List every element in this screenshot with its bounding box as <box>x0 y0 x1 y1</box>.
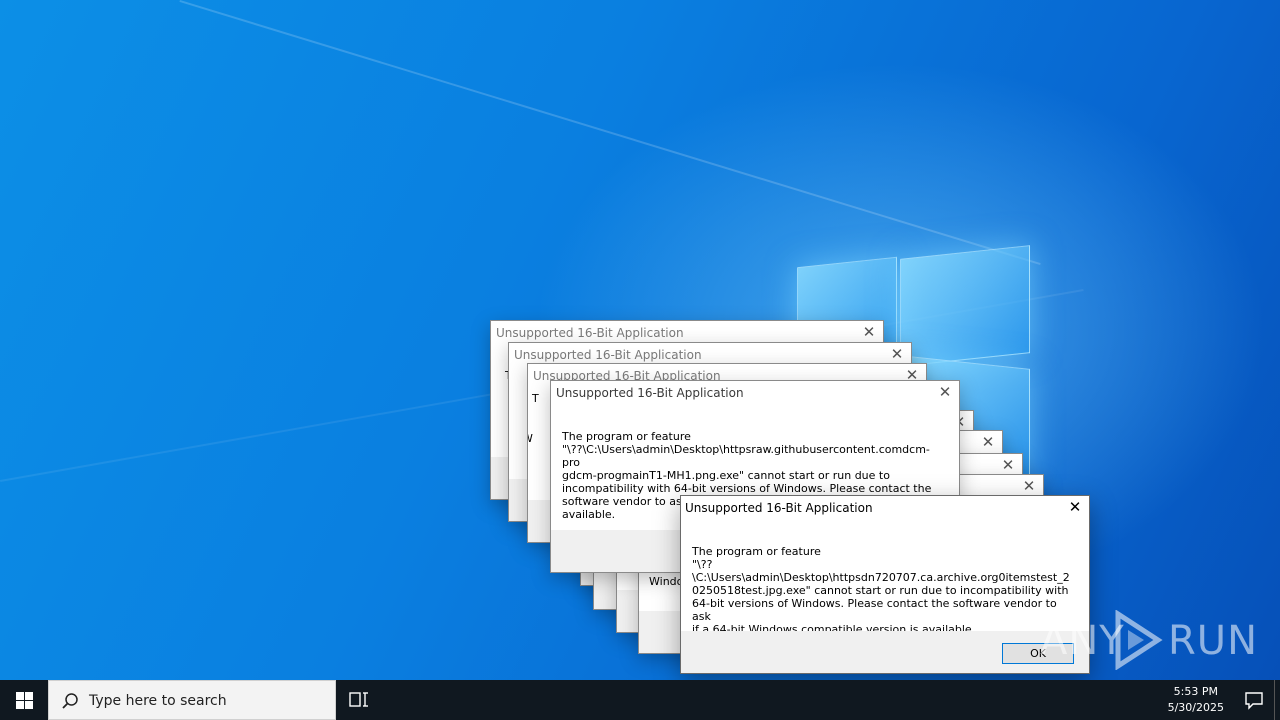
message-fragment: T <box>532 392 539 405</box>
message-line: incompatibility with 64-bit versions of … <box>562 482 932 495</box>
close-icon[interactable]: ✕ <box>980 434 996 450</box>
notification-icon[interactable] <box>1244 690 1264 710</box>
message-line: "\??\C:\Users\admin\Desktop\httpsraw.git… <box>562 443 930 469</box>
show-desktop-button[interactable] <box>1274 680 1280 720</box>
light-beam <box>179 0 1041 266</box>
message-line: 0250518test.jpg.exe" cannot start or run… <box>692 584 1069 597</box>
message-line: The program or feature <box>692 545 821 558</box>
dialog-title: Unsupported 16-Bit Application <box>496 326 684 340</box>
dialog-titlebar[interactable]: Unsupported 16-Bit Application ✕ <box>509 343 911 365</box>
watermark-text-right: RUN <box>1168 618 1258 664</box>
dialog-titlebar[interactable]: Unsupported 16-Bit Application ✕ <box>551 381 959 403</box>
message-fragment: W <box>528 432 533 445</box>
windows-logo-pane <box>900 245 1030 367</box>
dialog-title: Unsupported 16-Bit Application <box>556 386 744 400</box>
taskbar-search-box[interactable]: Type here to search <box>48 680 336 720</box>
message-fragment: Windo <box>649 575 684 588</box>
search-placeholder: Type here to search <box>89 693 227 709</box>
close-icon[interactable]: ✕ <box>1067 499 1083 515</box>
play-logo-icon <box>1115 610 1163 670</box>
dialog-titlebar[interactable]: Unsupported 16-Bit Application ✕ <box>491 321 883 343</box>
dialog-message: The program or feature "\??\C:\Users\adm… <box>692 545 1077 636</box>
message-line: The program or feature <box>562 430 691 443</box>
message-line: "\??\C:\Users\admin\Desktop\httpsdn72070… <box>692 558 1070 584</box>
clock-date: 5/30/2025 <box>1167 701 1224 714</box>
dialog-title: Unsupported 16-Bit Application <box>514 348 702 362</box>
close-icon[interactable]: ✕ <box>1000 457 1016 473</box>
taskbar-clock[interactable]: 5:53 PM 5/30/2025 <box>1168 684 1224 716</box>
close-icon[interactable]: ✕ <box>937 384 953 400</box>
message-line: gdcm-progmainT1-MH1.png.exe" cannot star… <box>562 469 890 482</box>
active-dialog-window: Unsupported 16-Bit Application ✕ The pro… <box>680 495 1090 674</box>
desktop: Unsupported 16-Bit Application ✕ T Unsup… <box>0 0 1280 680</box>
dialog-footer: OK <box>681 631 1089 673</box>
message-line: 64-bit versions of Windows. Please conta… <box>692 597 1057 623</box>
dialog-title: Unsupported 16-Bit Application <box>685 501 873 515</box>
start-button[interactable] <box>0 680 48 720</box>
close-icon[interactable]: ✕ <box>1021 478 1037 494</box>
dialog-titlebar[interactable]: Unsupported 16-Bit Application ✕ <box>681 496 1089 518</box>
close-icon[interactable]: ✕ <box>889 346 905 362</box>
taskbar: Type here to search 5:53 PM 5/30/2025 <box>0 680 1280 720</box>
search-icon <box>62 693 78 709</box>
task-view-icon[interactable] <box>348 690 370 710</box>
clock-time: 5:53 PM <box>1173 685 1218 698</box>
close-icon[interactable]: ✕ <box>861 324 877 340</box>
